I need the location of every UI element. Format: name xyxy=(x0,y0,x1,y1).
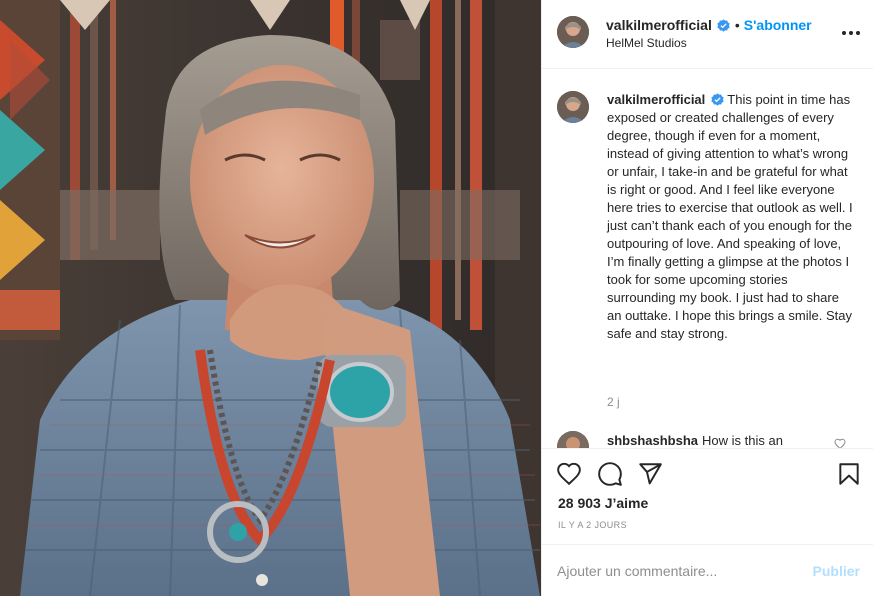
comment-composer: Publier xyxy=(542,544,873,596)
separator-dot: • xyxy=(734,17,740,33)
comment-body: How is this an xyxy=(702,433,783,448)
bookmark-icon[interactable] xyxy=(836,461,862,487)
author-avatar[interactable] xyxy=(557,16,589,48)
verified-badge-icon xyxy=(717,18,730,32)
portrait-image xyxy=(0,0,541,596)
caption-avatar[interactable] xyxy=(557,91,589,123)
caption-username[interactable]: valkilmerofficial xyxy=(607,92,705,107)
comment-icon[interactable] xyxy=(597,461,623,487)
header-user-line: valkilmerofficial • S'abonner xyxy=(606,17,812,33)
comment-input[interactable] xyxy=(557,560,797,582)
comments-list[interactable]: valkilmerofficial This point in time has… xyxy=(542,69,873,448)
heart-icon[interactable] xyxy=(556,461,582,487)
commenter-username[interactable]: shbshashbsha xyxy=(607,433,698,448)
action-bar: 28 903 J’aime IL Y A 2 JOURS xyxy=(542,448,873,544)
follow-button[interactable]: S'abonner xyxy=(744,17,812,33)
comment-text: shbshashbsha How is this an xyxy=(607,432,847,448)
caption-body: This point in time has exposed or create… xyxy=(607,92,853,341)
more-options-icon[interactable] xyxy=(842,24,860,42)
caption-text-block: valkilmerofficial This point in time has… xyxy=(607,91,857,343)
author-username[interactable]: valkilmerofficial xyxy=(606,17,712,33)
commenter-avatar[interactable] xyxy=(557,431,589,448)
post-sidebar: valkilmerofficial • S'abonner HelMel Stu… xyxy=(541,0,873,596)
comment-like-heart-icon[interactable] xyxy=(834,438,846,448)
caption-timestamp[interactable]: 2 j xyxy=(607,395,620,409)
share-icon[interactable] xyxy=(637,461,663,487)
location-link[interactable]: HelMel Studios xyxy=(606,36,687,50)
post-header: valkilmerofficial • S'abonner HelMel Stu… xyxy=(542,0,873,69)
post-date[interactable]: IL Y A 2 JOURS xyxy=(558,520,627,530)
post-photo[interactable] xyxy=(0,0,541,596)
verified-badge-icon xyxy=(711,93,724,106)
publish-button[interactable]: Publier xyxy=(813,563,860,579)
likes-count[interactable]: 28 903 J’aime xyxy=(558,495,648,511)
